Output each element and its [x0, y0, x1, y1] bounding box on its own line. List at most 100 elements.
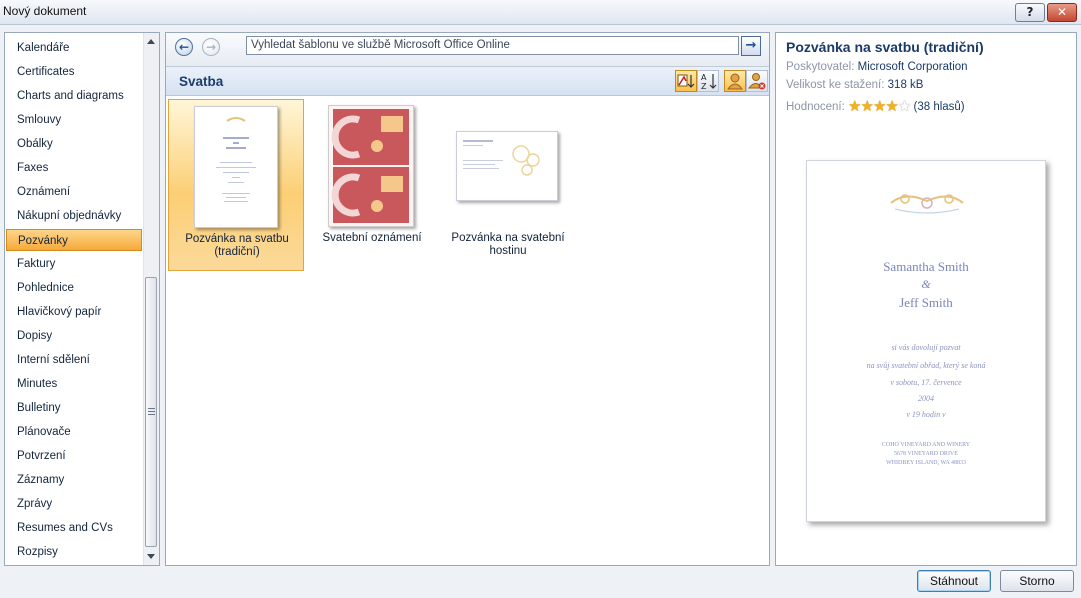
back-arrow-icon: ←	[178, 40, 190, 54]
search-input[interactable]: Vyhledat šablonu ve službě Microsoft Off…	[246, 36, 739, 55]
star-filled-icon[interactable]: ★	[885, 98, 898, 115]
template-label-line: (tradiční)	[214, 246, 260, 258]
sort-icon	[677, 74, 695, 88]
preview-address: 5678 VINEYARD DRIVE	[894, 451, 958, 457]
close-button[interactable]: ✕	[1047, 3, 1077, 22]
category-item[interactable]: Dopisy	[6, 325, 142, 347]
search-input-text: Vyhledat šablonu ve službě Microsoft Off…	[251, 39, 510, 51]
category-item[interactable]: Oznámení	[6, 181, 142, 203]
person-icon	[727, 73, 743, 90]
category-item[interactable]: Plánovače	[6, 421, 142, 443]
star-filled-icon[interactable]: ★	[873, 98, 886, 115]
back-button[interactable]: ←	[175, 38, 193, 56]
rating-stars-icon[interactable]: ★★★★★	[848, 97, 911, 115]
go-arrow-icon: →	[745, 38, 757, 53]
template-label: Svatební oznámení	[304, 232, 440, 245]
category-item[interactable]: Faktury	[6, 253, 142, 275]
star-filled-icon[interactable]: ★	[848, 98, 861, 115]
template-label-line: Svatební oznámení	[322, 232, 422, 244]
category-item[interactable]: Rozpisy	[6, 541, 142, 563]
preview-ampersand: &	[921, 277, 931, 291]
preview-line: 2004	[918, 394, 934, 403]
star-filled-icon[interactable]: ★	[860, 98, 873, 115]
template-card-wedding-invitation[interactable]: Pozvánka na svatbu (tradiční)	[168, 99, 304, 271]
reception-thumbnail-icon	[463, 140, 540, 176]
template-label-line: Pozvánka na svatební	[451, 232, 565, 244]
download-button[interactable]: Stáhnout	[917, 570, 991, 592]
template-preview: Samantha Smith & Jeff Smith si vás dovol…	[806, 160, 1046, 522]
provider-label: Poskytovatel:	[786, 61, 855, 73]
preview-line: v 19 hodin v	[906, 410, 946, 419]
category-item[interactable]: Smlouvy	[6, 109, 142, 131]
forward-button[interactable]: →	[202, 38, 220, 56]
rating-votes: (38 hlasů)	[913, 101, 965, 113]
star-empty-icon[interactable]: ★	[898, 98, 911, 115]
section-title: Svatba	[179, 74, 224, 89]
help-button[interactable]: ?	[1015, 3, 1045, 22]
template-card-reception-invitation[interactable]: Pozvánka na svatební hostinu	[440, 99, 576, 271]
category-item[interactable]: Zprávy	[6, 493, 142, 515]
announcement-thumbnail-icon	[329, 106, 413, 226]
navigation-bar: ← → Vyhledat šablonu ve službě Microsoft…	[166, 33, 769, 67]
template-label-line: hostinu	[489, 245, 527, 257]
section-header: Svatba A Z	[166, 67, 769, 96]
preview-address: COHO VINEYARD AND WINERY	[881, 442, 971, 448]
remove-user-button[interactable]	[746, 70, 768, 92]
category-item[interactable]: Certificates	[6, 61, 142, 83]
category-item[interactable]: Faxes	[6, 157, 142, 179]
grip-line	[148, 411, 155, 412]
provider-value: Microsoft Corporation	[857, 61, 968, 73]
template-thumbnail	[456, 131, 558, 201]
category-item[interactable]: Resumes and CVs	[6, 517, 142, 539]
preview-name2: Jeff Smith	[899, 295, 953, 310]
preview-name1: Samantha Smith	[883, 259, 969, 274]
template-label-line: Pozvánka na svatbu	[185, 233, 289, 245]
sort-az-icon: A Z	[701, 73, 717, 91]
category-scrollbar[interactable]	[143, 33, 159, 565]
sort-view-button[interactable]	[675, 70, 697, 92]
floral-ornament-icon	[890, 194, 964, 214]
category-item[interactable]: Minutes	[6, 373, 142, 395]
category-item[interactable]: Obálky	[6, 133, 142, 155]
title-bar: Nový dokument ? ✕	[0, 0, 1081, 25]
scroll-thumb[interactable]	[145, 277, 157, 547]
size-label: Velikost ke stažení:	[786, 79, 885, 91]
search-go-button[interactable]: →	[741, 36, 761, 56]
category-item[interactable]: Charts and diagrams	[6, 85, 142, 107]
template-label: Pozvánka na svatbu (tradiční)	[169, 233, 305, 259]
preview-line: v sobotu, 17. července	[890, 378, 962, 387]
preview-address: WHIDBEY ISLAND, WA 48833	[886, 460, 966, 466]
category-item[interactable]: Potvrzení	[6, 445, 142, 467]
provider-row: Poskytovatel: Microsoft Corporation	[786, 61, 968, 73]
user-templates-button[interactable]	[724, 70, 746, 92]
invitation-thumbnail-icon	[216, 117, 256, 202]
grip-line	[148, 408, 155, 409]
rating-label: Hodnocení:	[786, 101, 845, 113]
template-browser: ← → Vyhledat šablonu ve službě Microsoft…	[165, 32, 770, 566]
category-item[interactable]: Kalendáře	[6, 37, 142, 59]
scroll-down-arrow-icon[interactable]	[147, 554, 155, 559]
category-list: Kalendáře Certificates Charts and diagrams…	[4, 32, 160, 566]
preview-line: na svůj svatební obřad, který se koná	[866, 361, 986, 370]
category-item[interactable]: Interní sdělení	[6, 349, 142, 371]
forward-arrow-icon: →	[205, 40, 217, 54]
template-details: Pozvánka na svatbu (tradiční) Poskytovat…	[775, 32, 1077, 566]
cancel-button[interactable]: Storno	[1000, 570, 1074, 592]
template-label: Pozvánka na svatební hostinu	[440, 232, 576, 258]
size-value: 318 kB	[887, 79, 924, 91]
rating-row: Hodnocení: ★★★★★ (38 hlasů)	[786, 97, 965, 115]
template-card-wedding-announcement[interactable]: Svatební oznámení	[304, 99, 440, 271]
sort-az-button[interactable]: A Z	[697, 70, 719, 92]
category-item[interactable]: Záznamy	[6, 469, 142, 491]
category-item[interactable]: Hlavičkový papír	[6, 301, 142, 323]
window-title: Nový dokument	[3, 4, 87, 18]
size-row: Velikost ke stažení: 318 kB	[786, 79, 923, 91]
svg-text:Z: Z	[701, 82, 707, 91]
category-item[interactable]: Nákupní objednávky	[6, 205, 142, 227]
category-item[interactable]: Bulletiny	[6, 397, 142, 419]
category-item[interactable]: Pohlednice	[6, 277, 142, 299]
template-thumbnail	[194, 106, 278, 228]
category-item[interactable]: Pozvánky	[6, 229, 142, 251]
template-thumbnail	[328, 105, 414, 227]
scroll-up-arrow-icon[interactable]	[147, 39, 155, 44]
